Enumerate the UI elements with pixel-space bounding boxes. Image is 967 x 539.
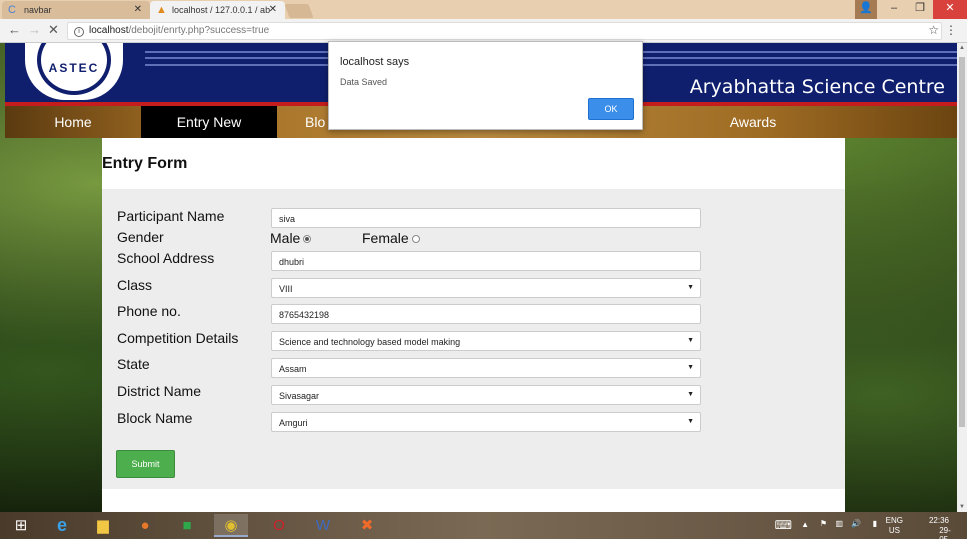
clock-time[interactable]: 22:36 [929,516,949,525]
gender-female-label: Female [362,230,409,246]
site-title: Aryabhatta Science Centre [689,76,945,98]
forward-icon[interactable]: → [28,22,41,37]
browser-tab-navbar[interactable]: C navbar ✕ [2,1,150,19]
loading-icon: C [8,4,16,16]
minimize-button[interactable]: – [881,0,907,19]
gender-male-option[interactable]: Male [270,230,312,246]
back-icon[interactable]: ← [8,22,21,37]
school-address-label: School Address [117,250,215,266]
phone-input[interactable]: 8765432198 [271,304,701,324]
state-label: State [117,356,150,372]
menu-home[interactable]: Home [5,106,141,138]
gender-label: Gender [117,229,164,245]
browser-tabstrip: C navbar ✕ ▲ localhost / 127.0.0.1 / ab … [0,0,967,19]
url-path: /debojit/enrty.php?success=true [128,25,270,36]
phpmyadmin-icon: ▲ [156,4,167,16]
tab-label: localhost / 127.0.0.1 / ab [172,5,271,15]
class-select[interactable]: VIII ▼ [271,278,701,298]
alert-dialog: localhost says Data Saved OK [328,41,643,130]
firefox-icon[interactable]: ● [128,514,162,537]
gender-male-label: Male [270,230,301,246]
participant-name-input[interactable]: siva [271,208,701,228]
district-label: District Name [117,383,202,399]
scroll-up-icon[interactable]: ▲ [959,45,965,51]
xampp-icon[interactable]: ✖ [350,514,384,537]
url-field[interactable]: i localhost/debojit/enrty.php?success=tru… [67,22,942,40]
dropdown-arrow-icon: ▼ [687,284,694,291]
address-bar-row: ← → ✕ i localhost/debojit/enrty.php?succe… [0,19,967,43]
state-value: Assam [279,364,307,374]
stop-icon[interactable]: ✕ [48,22,59,38]
close-icon[interactable]: ✕ [269,4,277,15]
user-icon[interactable]: 👤 [855,0,877,19]
block-label: Block Name [117,410,193,426]
store-icon[interactable]: ■ [170,514,204,537]
competition-select[interactable]: Science and technology based model makin… [271,331,701,351]
district-value: Sivasagar [279,391,320,401]
url-host: localhost [89,25,129,36]
class-value: VIII [279,284,293,294]
windows-taskbar: ⊞ e ▆ ● ■ ◉ O W ✖ ⌨ ▲ ⚑ ▥ 🔊 ▮ ENG US 22:… [0,512,967,539]
page-scrollbar[interactable]: ▲ ▼ [957,43,967,512]
competition-label: Competition Details [117,330,239,346]
menu-awards[interactable]: Awards [685,106,821,138]
opera-icon[interactable]: O [262,514,296,537]
dropdown-arrow-icon: ▼ [687,364,694,371]
form-title: Entry Form [102,155,188,172]
content-panel: Entry Form Participant Name siva Gender … [102,138,845,512]
network-icon[interactable]: ▥ [835,519,843,528]
menu-entry-new[interactable]: Entry New [141,106,277,138]
volume-icon[interactable]: 🔊 [851,519,861,528]
dropdown-arrow-icon: ▼ [687,391,694,398]
new-tab-button[interactable] [284,4,314,18]
file-explorer-icon[interactable]: ▆ [86,514,120,537]
chrome-icon[interactable]: ◉ [214,514,248,537]
gender-female-radio[interactable] [411,235,420,244]
site-logo: ASTEC [25,43,123,100]
close-icon[interactable]: ✕ [134,4,142,15]
browser-tab-phpmyadmin[interactable]: ▲ localhost / 127.0.0.1 / ab ✕ [150,1,285,19]
bookmark-star-icon[interactable]: ☆ [928,23,939,37]
ok-button[interactable]: OK [588,98,634,120]
block-select[interactable]: Amguri ▼ [271,412,701,432]
dialog-title: localhost says [340,56,410,68]
menu-spacer [821,106,957,138]
submit-button[interactable]: Submit [116,450,175,478]
internet-explorer-icon[interactable]: e [45,514,79,537]
dropdown-arrow-icon: ▼ [687,337,694,344]
battery-icon[interactable]: ▮ [873,519,877,528]
scroll-down-icon[interactable]: ▼ [959,504,965,510]
maximize-button[interactable]: ❐ [907,0,933,19]
word-icon[interactable]: W [306,514,340,537]
state-select[interactable]: Assam ▼ [271,358,701,378]
scrollbar-thumb[interactable] [959,57,965,427]
block-value: Amguri [279,418,308,428]
participant-name-label: Participant Name [117,208,225,224]
flag-icon[interactable]: ⚑ [820,519,827,528]
keyboard-icon[interactable]: ⌨ [775,518,792,532]
district-select[interactable]: Sivasagar ▼ [271,385,701,405]
clock-date: 29-05-2018 [939,526,951,539]
region-indicator: US [888,526,900,535]
dropdown-arrow-icon: ▼ [687,418,694,425]
class-label: Class [117,277,153,293]
competition-value: Science and technology based model makin… [279,337,461,347]
info-icon[interactable]: i [74,27,84,37]
gender-male-radio[interactable] [303,235,312,244]
entry-form: Participant Name siva Gender Male Female… [102,189,845,489]
tray-chevron-icon[interactable]: ▲ [801,520,809,529]
gender-female-option[interactable]: Female [362,230,420,246]
lang-indicator[interactable]: ENG [886,516,903,525]
phone-label: Phone no. [117,303,181,319]
menu-kebab-icon[interactable]: ⋮ [945,23,957,37]
school-address-input[interactable]: dhubri [271,251,701,271]
windows-start-icon[interactable]: ⊞ [4,514,38,537]
logo-text: ASTEC [48,61,100,75]
window-close-button[interactable]: ✕ [933,0,967,19]
dialog-message: Data Saved [340,77,388,87]
tab-label: navbar [24,5,52,15]
